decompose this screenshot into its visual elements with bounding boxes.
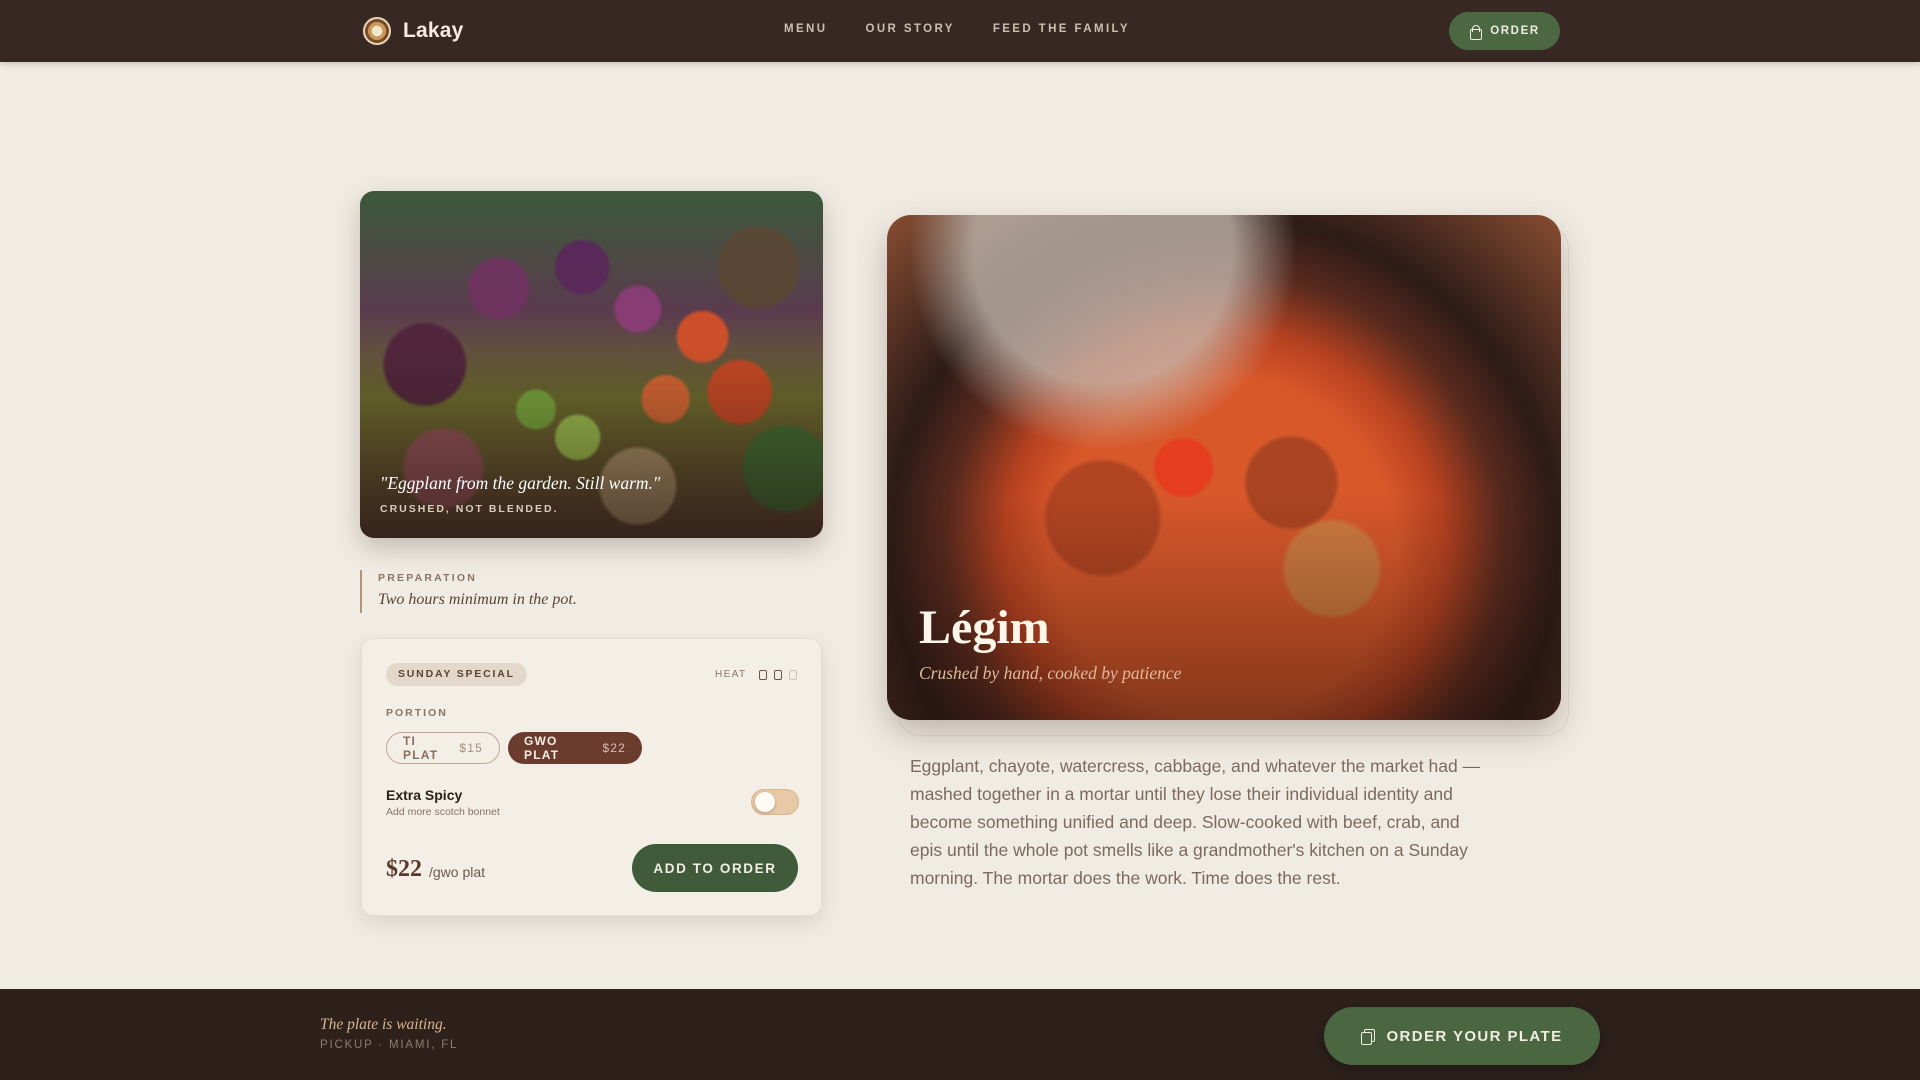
dish-subtitle: Crushed by hand, cooked by patience bbox=[919, 663, 1182, 683]
footer-tagline: The plate is waiting. bbox=[320, 1016, 447, 1033]
dish-description: Eggplant, chayote, watercress, cabbage, … bbox=[910, 756, 1481, 888]
heat-level-1-icon bbox=[758, 669, 767, 680]
swirl-logo-icon bbox=[363, 17, 391, 45]
hero-left-quote: "Eggplant from the garden. Still warm." bbox=[380, 473, 661, 493]
heat-level-3-icon bbox=[788, 669, 797, 680]
heat-indicator: HEAT bbox=[715, 669, 797, 680]
portion-name: TI PLAT bbox=[403, 734, 439, 762]
nav-item-menu[interactable]: MENU bbox=[784, 23, 827, 35]
legim-dish-image: Légim Crushed by hand, cooked by patienc… bbox=[887, 215, 1561, 720]
portion-name: GWO PLAT bbox=[524, 734, 560, 762]
portion-price: $15 bbox=[459, 741, 483, 755]
nav-item-our-story[interactable]: OUR STORY bbox=[865, 23, 954, 35]
toggle-knob bbox=[755, 792, 775, 812]
add-to-order-button[interactable]: ADD TO ORDER bbox=[632, 844, 798, 892]
order-your-plate-label: ORDER YOUR PLATE bbox=[1386, 1027, 1563, 1045]
heat-level-2-icon bbox=[773, 669, 782, 680]
bottom-order-bar: The plate is waiting. PICKUP · MIAMI, FL… bbox=[0, 989, 1920, 1080]
preparation-note: PREPARATION Two hours minimum in the pot… bbox=[360, 570, 577, 613]
order-card: SUNDAY SPECIAL HEAT PORTION TI PLAT $15 … bbox=[361, 638, 822, 916]
portion-price: $22 bbox=[602, 741, 626, 755]
main-nav: MENU OUR STORY FEED THE FAMILY bbox=[784, 23, 1168, 35]
extra-spicy-title: Extra Spicy bbox=[386, 787, 463, 803]
top-navigation-bar: Lakay MENU OUR STORY FEED THE FAMILY ORD… bbox=[0, 0, 1920, 62]
preparation-label: PREPARATION bbox=[378, 572, 478, 584]
extra-spicy-subtitle: Add more scotch bonnet bbox=[386, 806, 500, 818]
header-order-label: ORDER bbox=[1490, 25, 1540, 37]
shopping-bag-icon bbox=[1469, 24, 1483, 40]
portion-option-gwo-plat[interactable]: GWO PLAT $22 bbox=[508, 732, 642, 764]
nav-item-feed-the-family[interactable]: FEED THE FAMILY bbox=[993, 23, 1130, 35]
brand[interactable]: Lakay bbox=[363, 15, 464, 47]
portion-options: TI PLAT $15 GWO PLAT $22 bbox=[386, 732, 642, 764]
price-unit: /gwo plat bbox=[429, 864, 486, 880]
header-order-button[interactable]: ORDER bbox=[1449, 12, 1560, 50]
sunday-special-badge: SUNDAY SPECIAL bbox=[386, 663, 527, 686]
portion-option-ti-plat[interactable]: TI PLAT $15 bbox=[386, 732, 500, 764]
hero-left-caption: CRUSHED, NOT BLENDED. bbox=[380, 503, 559, 515]
brand-name: Lakay bbox=[403, 19, 464, 42]
dish-title: Légim bbox=[919, 601, 1050, 654]
extra-spicy-toggle[interactable] bbox=[751, 789, 799, 815]
price-amount: $22 bbox=[386, 856, 422, 882]
market-vegetables-image: "Eggplant from the garden. Still warm." … bbox=[360, 191, 823, 538]
heat-label: HEAT bbox=[715, 669, 747, 680]
order-your-plate-button[interactable]: ORDER YOUR PLATE bbox=[1324, 1007, 1600, 1065]
portion-label: PORTION bbox=[386, 707, 448, 719]
pickup-location: PICKUP · MIAMI, FL bbox=[320, 1039, 459, 1051]
copy-icon bbox=[1361, 1028, 1376, 1045]
preparation-text: Two hours minimum in the pot. bbox=[378, 591, 577, 608]
